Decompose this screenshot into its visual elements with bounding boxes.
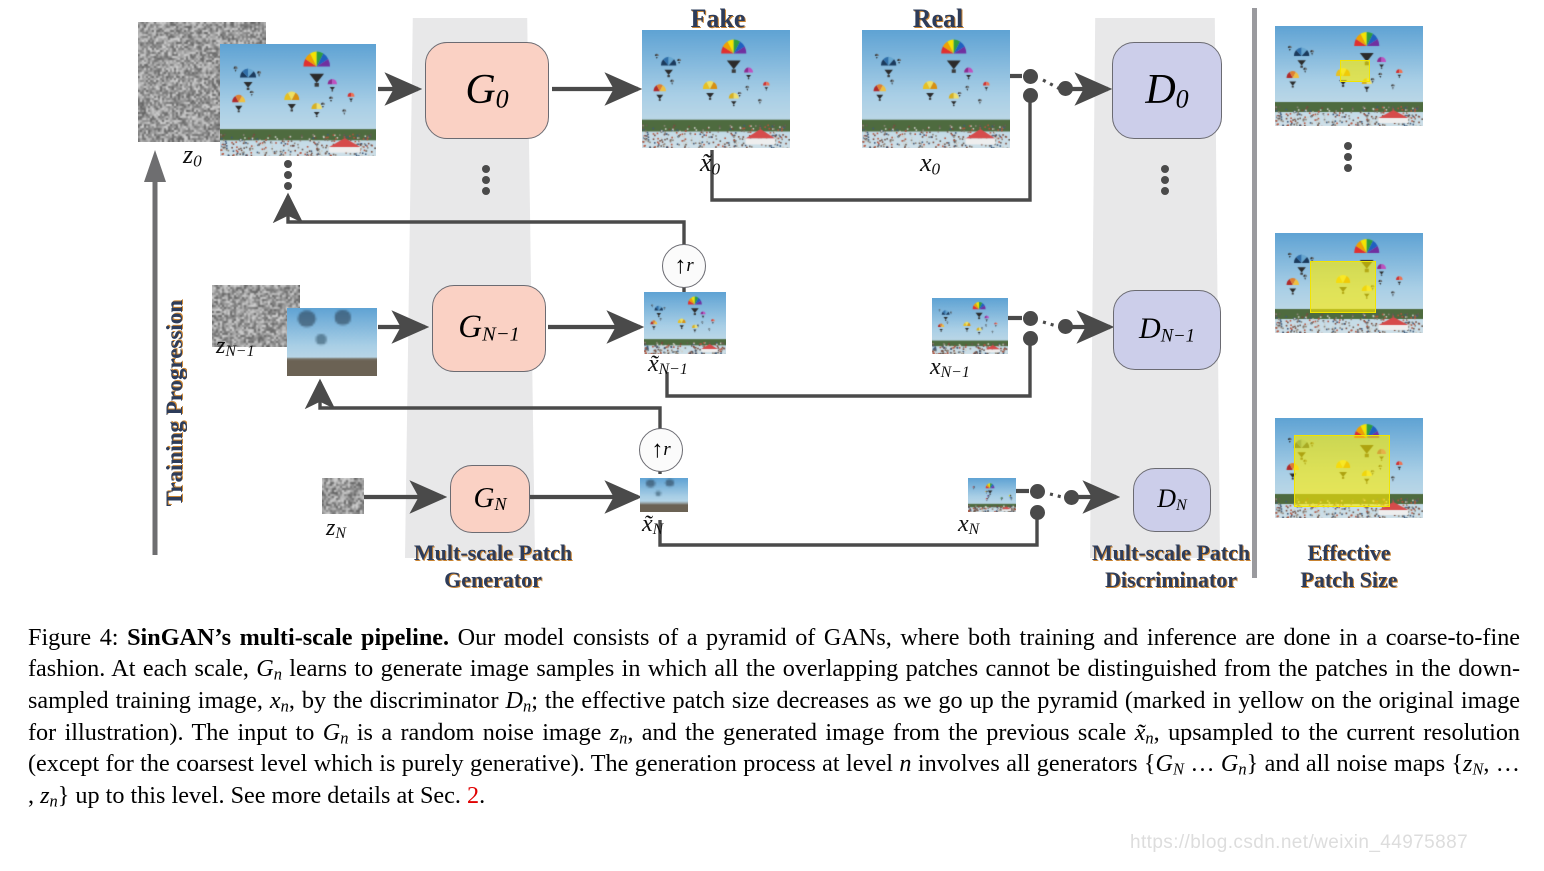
caption-math-xn: xn (269, 687, 289, 716)
caption-math-GN: GN (1155, 750, 1184, 779)
discriminator-box-dn[interactable]: DN (1133, 468, 1211, 532)
caption-body-9: … (1183, 750, 1221, 778)
junction-dot-merge-0 (1058, 81, 1073, 96)
caption-body-8: involves all generators { (911, 750, 1156, 778)
junction-dot-merge-n (1064, 490, 1079, 505)
label-real-xn: xN (958, 511, 980, 539)
caption-section-link[interactable]: 2 (467, 782, 479, 809)
caption-math-zn: zn (609, 718, 628, 748)
label-fake-xn1: x̃N−1 (648, 351, 688, 379)
label-z0: z0 (183, 140, 202, 171)
generator-caption-line1: Mult-scale Patch (413, 540, 573, 565)
patch-caption-line2: Patch Size (1300, 567, 1398, 592)
caption-math-zn-2: zn (40, 782, 58, 811)
real-image-0 (862, 30, 1010, 148)
caption-math-Gn-3: Gn (1220, 750, 1247, 779)
patch-caption-line1: Effective (1307, 540, 1391, 565)
fake-image-0 (642, 30, 790, 148)
label-real-x0: x0 (920, 148, 941, 179)
caption-body-6: , and the generated image from the previ… (627, 718, 1135, 746)
caption-math-zN: zN (1462, 750, 1484, 779)
discriminator-caption-line2: Discriminator (1105, 567, 1237, 592)
real-image-n (968, 478, 1016, 512)
caption-math-gn-2: Gn (322, 718, 349, 748)
fake-image-n1 (644, 292, 726, 354)
caption-math-n: n (899, 750, 912, 778)
caption-body-12: } up to this level. See more details at … (57, 782, 467, 810)
ellipsis-input-column (284, 160, 292, 190)
patch-overlay-small (1340, 60, 1370, 82)
label-zn1: zN−1 (216, 333, 255, 361)
ellipsis-generator-column (482, 165, 490, 195)
upsample-icon-1: ↑ r (639, 428, 683, 472)
caption-body-10: } and all noise maps { (1246, 750, 1463, 778)
caption-math-gn-1: Gn (256, 655, 282, 684)
generator-box-gn1[interactable]: GN−1 (432, 285, 546, 372)
training-progression-label: Training Progression (162, 300, 187, 507)
junction-dot-real-n1 (1023, 311, 1038, 326)
label-fake-xn: x̃N (642, 511, 664, 539)
panel-divider (1252, 8, 1257, 578)
generator-caption-line2: Generator (444, 567, 542, 592)
upsample-icon-0: ↑ r (662, 244, 706, 288)
generator-box-gn[interactable]: GN (450, 465, 530, 533)
discriminator-caption-line1: Mult-scale Patch (1091, 540, 1251, 565)
label-real-xn1: xN−1 (930, 354, 970, 382)
prev-scale-image-0 (220, 44, 376, 156)
caption-title: SinGAN’s multi-scale pipeline. (127, 624, 450, 651)
caption-body-3: , by the discriminator (288, 687, 506, 715)
label-fake-x0: x̃0 (700, 148, 721, 179)
figure-caption: Figure 4: SinGAN’s multi-scale pipeline.… (28, 622, 1520, 812)
junction-dot-merge-n1 (1058, 319, 1073, 334)
caption-math-xtilde-n: x̃n (1134, 718, 1154, 748)
discriminator-box-dn1[interactable]: DN−1 (1113, 290, 1221, 370)
junction-dot-real-n (1030, 484, 1045, 499)
junction-dot-fake-0 (1023, 88, 1038, 103)
singan-pipeline-diagram: Training Progression z0 G0 Fake x̃0 Real… (0, 0, 1544, 610)
watermark: https://blog.csdn.net/weixin_44975887 (1130, 832, 1469, 853)
label-zn: zN (326, 515, 346, 543)
junction-dot-real-0 (1023, 69, 1038, 84)
caption-body-13: . (479, 782, 486, 810)
patch-overlay-medium (1310, 261, 1376, 313)
patch-overlay-large (1294, 435, 1390, 507)
discriminator-box-d0[interactable]: D0 (1112, 42, 1222, 139)
junction-dot-fake-n1 (1023, 331, 1038, 346)
generator-box-g0[interactable]: G0 (425, 42, 549, 139)
fake-image-n (640, 478, 688, 512)
ellipsis-discriminator-column (1161, 165, 1169, 195)
caption-math-dn: Dn (505, 687, 532, 716)
caption-body-5: is a random noise image (348, 718, 610, 746)
prev-scale-image-n1 (287, 308, 377, 376)
noise-image-zn (322, 478, 364, 514)
figure-page: Training Progression z0 G0 Fake x̃0 Real… (0, 0, 1544, 871)
junction-dot-fake-n (1030, 505, 1045, 520)
ellipsis-patch-column (1344, 142, 1352, 172)
real-image-n1 (932, 298, 1008, 354)
caption-figure-number: Figure 4: (28, 624, 119, 651)
